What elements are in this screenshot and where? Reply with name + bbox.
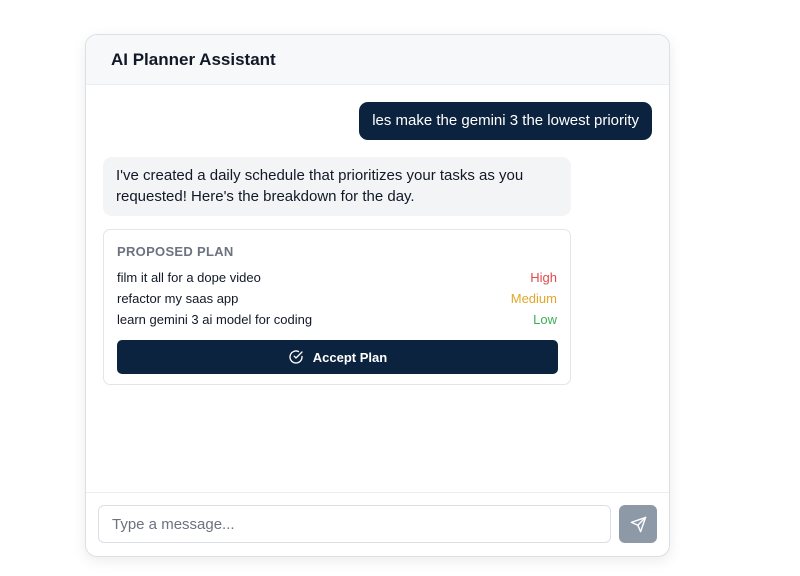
user-message: les make the gemini 3 the lowest priorit…: [359, 102, 652, 140]
message-input[interactable]: [98, 505, 611, 543]
plan-item: refactor my saas app Medium: [117, 288, 557, 309]
accept-plan-button[interactable]: Accept Plan: [117, 340, 558, 374]
plan-title: PROPOSED PLAN: [117, 244, 234, 259]
priority-badge: Low: [533, 312, 557, 327]
plan-item-task: refactor my saas app: [117, 291, 239, 306]
check-circle-icon: [289, 350, 303, 364]
proposed-plan-card: PROPOSED PLAN film it all for a dope vid…: [103, 229, 571, 385]
accept-plan-label: Accept Plan: [312, 349, 388, 365]
composer: [86, 492, 669, 556]
page-title: AI Planner Assistant: [111, 49, 276, 69]
priority-badge: Medium: [510, 291, 557, 306]
priority-badge: High: [530, 270, 557, 285]
message-list: les make the gemini 3 the lowest priorit…: [86, 85, 669, 492]
chat-window: AI Planner Assistant les make the gemini…: [85, 34, 670, 557]
chat-header: AI Planner Assistant: [86, 35, 669, 85]
assistant-message: I've created a daily schedule that prior…: [103, 157, 571, 216]
send-icon: [630, 516, 646, 532]
plan-item-task: learn gemini 3 ai model for coding: [117, 312, 313, 327]
send-button[interactable]: [619, 505, 657, 543]
plan-item: learn gemini 3 ai model for coding Low: [117, 309, 557, 330]
plan-item: film it all for a dope video High: [117, 267, 557, 288]
plan-item-task: film it all for a dope video: [117, 270, 261, 285]
